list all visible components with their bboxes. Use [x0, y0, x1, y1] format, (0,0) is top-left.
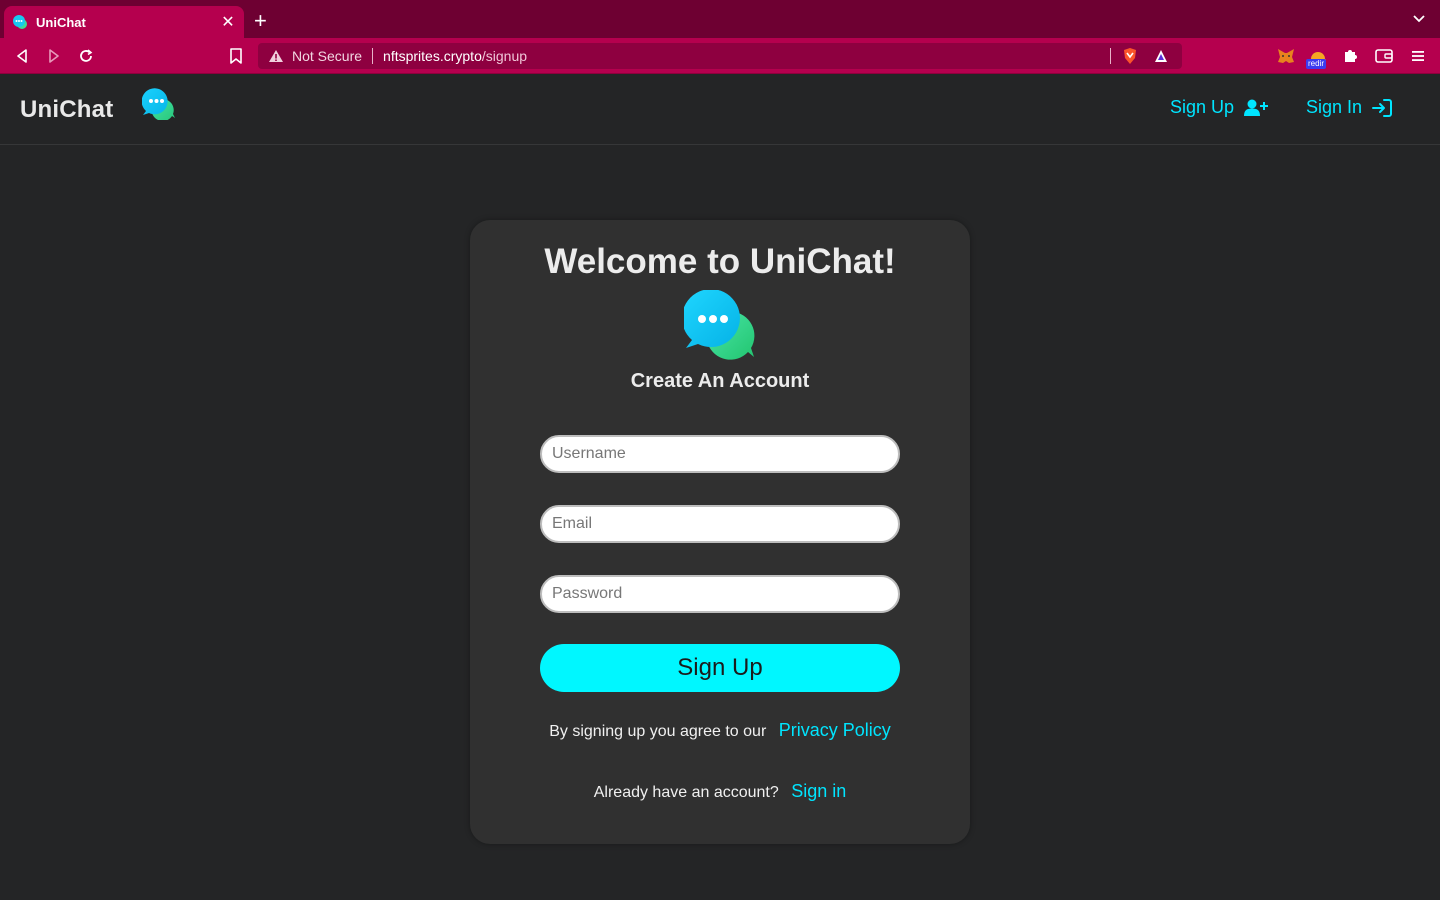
privacy-agreement: By signing up you agree to our Privacy P…	[470, 720, 970, 741]
back-icon[interactable]	[12, 46, 32, 66]
signup-card: Welcome to UniChat! Create An Account Si…	[470, 220, 970, 844]
metamask-icon[interactable]	[1276, 46, 1296, 66]
nav-signin-label: Sign In	[1306, 97, 1363, 117]
nav-signin-link[interactable]: Sign In	[1306, 97, 1393, 118]
url-host: nftsprites.crypto	[383, 48, 482, 64]
extension-badge: redir	[1306, 59, 1327, 69]
email-input[interactable]	[540, 505, 900, 543]
warning-icon	[269, 50, 283, 62]
user-plus-icon	[1244, 99, 1269, 116]
chevron-down-icon[interactable]	[1412, 12, 1426, 26]
welcome-title: Welcome to UniChat!	[544, 242, 896, 281]
forward-icon[interactable]	[44, 46, 64, 66]
browser-tab-bar: UniChat ✕ +	[0, 0, 1440, 38]
agree-text: By signing up you agree to our	[549, 723, 767, 740]
browser-toolbar: Not Secure nftsprites.crypto/signup redi…	[0, 38, 1440, 74]
tab-title: UniChat	[36, 14, 86, 30]
create-account-heading: Create An Account	[630, 370, 810, 392]
url-divider	[372, 48, 374, 64]
brave-shield-icon[interactable]	[1122, 47, 1138, 65]
brand-name[interactable]: UniChat	[20, 96, 113, 124]
new-tab-icon[interactable]: +	[254, 10, 267, 32]
unichat-logo-icon	[684, 290, 755, 360]
url-divider-right	[1110, 48, 1111, 64]
url-path: /signup	[481, 48, 528, 64]
unichat-logo-icon	[142, 88, 175, 120]
privacy-policy-link[interactable]: Privacy Policy	[779, 720, 891, 740]
sign-in-icon	[1372, 98, 1393, 117]
reload-icon[interactable]	[76, 46, 96, 66]
wallet-icon[interactable]	[1374, 46, 1394, 66]
password-input[interactable]	[540, 575, 900, 613]
app-header: UniChat Sign Up Sign In	[0, 75, 1440, 145]
menu-icon[interactable]	[1408, 46, 1428, 66]
brave-rewards-icon[interactable]	[1154, 49, 1168, 63]
have-account-text: Already have an account?	[593, 784, 779, 801]
signin-link[interactable]: Sign in	[791, 781, 846, 801]
nav-signup-label: Sign Up	[1170, 97, 1235, 117]
close-tab-icon[interactable]: ✕	[220, 12, 236, 32]
bookmark-icon[interactable]	[226, 46, 246, 66]
existing-account-prompt: Already have an account? Sign in	[470, 781, 970, 802]
signup-button[interactable]: Sign Up	[540, 644, 900, 692]
puzzle-icon[interactable]	[1340, 46, 1360, 66]
security-status: Not Secure	[292, 48, 363, 64]
username-input[interactable]	[540, 435, 900, 473]
browser-tab[interactable]: UniChat ✕	[4, 6, 244, 38]
nav-signup-link[interactable]: Sign Up	[1170, 97, 1269, 118]
address-bar[interactable]: Not Secure nftsprites.crypto/signup	[258, 43, 1182, 69]
chat-bubble-icon	[13, 15, 27, 29]
